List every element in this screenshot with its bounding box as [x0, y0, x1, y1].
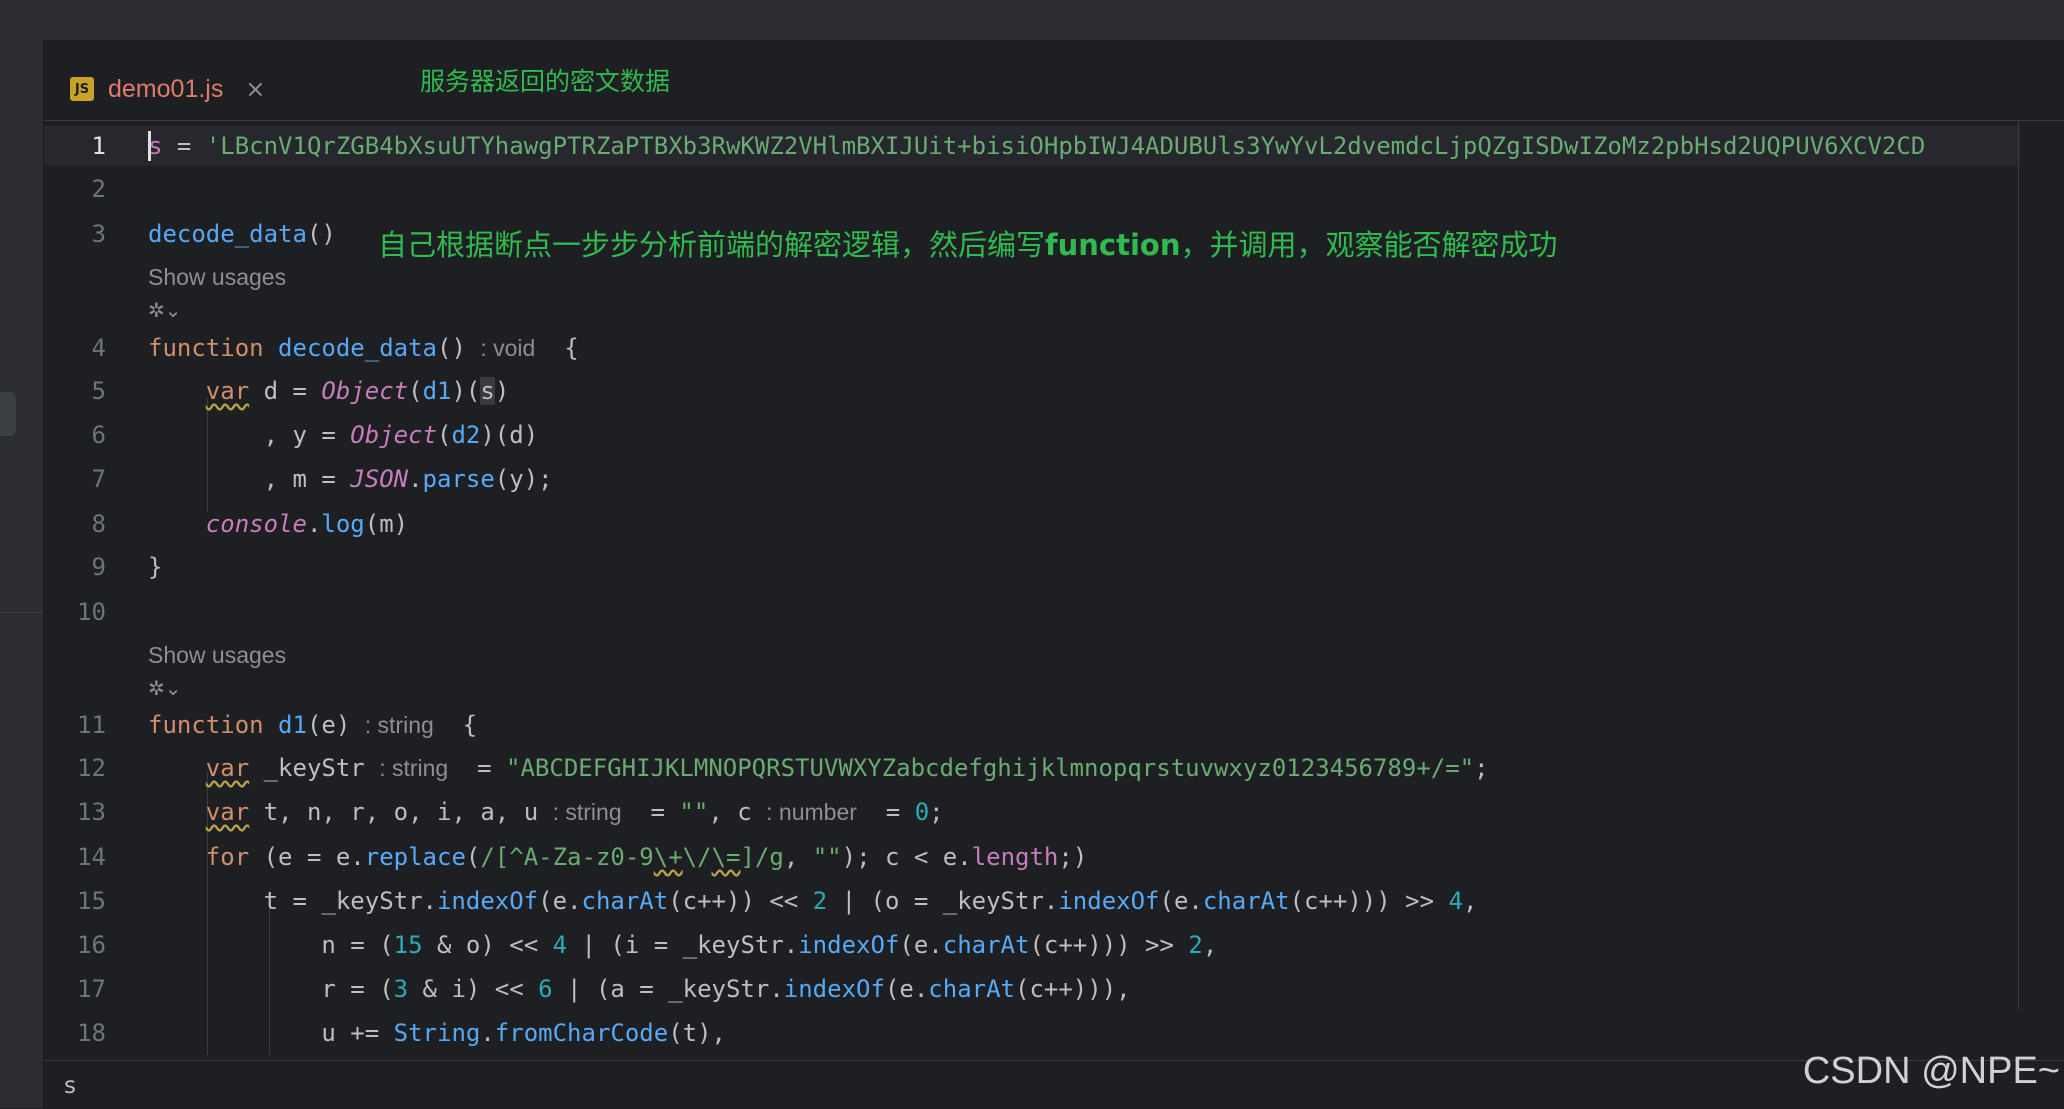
- code-line[interactable]: r = (3 & i) << 6 | (a = _keyStr.indexOf(…: [148, 974, 1130, 1004]
- status-bar: s: [44, 1060, 2064, 1109]
- code-line[interactable]: var t, n, r, o, i, a, u : string = "", c…: [148, 797, 944, 827]
- function-name: decode_data: [278, 334, 437, 362]
- code-line[interactable]: console.log(m): [148, 509, 408, 539]
- call-name: decode_data: [148, 220, 307, 248]
- code-line[interactable]: t = _keyStr.indexOf(e.charAt(c++)) << 2 …: [148, 886, 1478, 916]
- type-hint: : string: [364, 712, 434, 738]
- type-hint: : string: [552, 799, 622, 825]
- tab-label: demo01.js: [108, 74, 224, 103]
- line-number: 16: [77, 931, 106, 959]
- line-number: 5: [91, 377, 106, 405]
- line-number: 2: [91, 175, 106, 203]
- code-line[interactable]: decode_data(): [148, 219, 336, 249]
- editor-tab-bar: JS demo01.js ×: [44, 40, 2064, 146]
- watermark: CSDN @NPE~: [1802, 1050, 2060, 1092]
- left-tool-strip: [0, 40, 44, 1108]
- line-number: 17: [77, 975, 106, 1003]
- tool-strip-separator: [0, 612, 43, 613]
- line-number: 18: [77, 1019, 106, 1047]
- line-number: 4: [91, 334, 106, 362]
- code-line[interactable]: function decode_data() : void {: [148, 333, 579, 363]
- javascript-file-icon: JS: [70, 77, 94, 101]
- line-number: 14: [77, 843, 106, 871]
- line-number: 7: [91, 465, 106, 493]
- line-number: 13: [77, 798, 106, 826]
- ciphertext-string: 'LBcnV1QrZGB4bXsuUTYhawgPTRZaPTBXb3RwKWZ…: [205, 132, 1926, 160]
- line-number: 6: [91, 421, 106, 449]
- line-number: 15: [77, 887, 106, 915]
- window-top-bar: [0, 0, 2064, 41]
- type-hint: : string: [379, 755, 449, 781]
- line-number: 9: [91, 553, 106, 581]
- code-line[interactable]: }: [148, 552, 162, 582]
- line-number: 10: [77, 598, 106, 626]
- code-line[interactable]: u += String.fromCharCode(t),: [148, 1018, 726, 1048]
- show-usages-link[interactable]: Show usages: [148, 264, 286, 291]
- line-number: 11: [77, 711, 106, 739]
- close-icon[interactable]: ×: [245, 75, 265, 103]
- ai-assistant-icon[interactable]: ✲⌄: [148, 298, 182, 322]
- right-margin-guide: [2018, 120, 2019, 1010]
- tool-window-marker[interactable]: [0, 392, 16, 436]
- type-hint: : void: [480, 335, 536, 361]
- code-line[interactable]: s = 'LBcnV1QrZGB4bXsuUTYhawgPTRZaPTBXb3R…: [148, 131, 1925, 161]
- line-number: 8: [91, 510, 106, 538]
- line-number: 1: [91, 132, 106, 160]
- show-usages-link[interactable]: Show usages: [148, 642, 286, 669]
- annotation-server-data: 服务器返回的密文数据: [420, 67, 671, 96]
- line-number: 3: [91, 220, 106, 248]
- code-line[interactable]: function d1(e) : string {: [148, 710, 477, 740]
- type-hint: : number: [766, 799, 857, 825]
- status-breadcrumb[interactable]: s: [64, 1073, 76, 1099]
- tab-demo01-js[interactable]: JS demo01.js ×: [70, 68, 322, 146]
- code-line[interactable]: var d = Object(d1)(s): [148, 376, 509, 406]
- code-line[interactable]: , y = Object(d2)(d): [148, 420, 539, 450]
- code-line[interactable]: n = (15 & o) << 4 | (i = _keyStr.indexOf…: [148, 930, 1217, 960]
- ai-assistant-icon[interactable]: ✲⌄: [148, 676, 182, 700]
- annotation-analysis: 自己根据断点一步步分析前端的解密逻辑，然后编写function，并调用，观察能否…: [378, 228, 1558, 262]
- code-line[interactable]: var _keyStr : string = "ABCDEFGHIJKLMNOP…: [148, 753, 1489, 783]
- code-line[interactable]: for (e = e.replace(/[^A-Za-z0-9\+\/\=]/g…: [148, 842, 1088, 872]
- line-number: 12: [77, 754, 106, 782]
- code-line[interactable]: , m = JSON.parse(y);: [148, 464, 553, 494]
- indent-guide: [207, 398, 208, 512]
- var-s: s: [148, 132, 163, 160]
